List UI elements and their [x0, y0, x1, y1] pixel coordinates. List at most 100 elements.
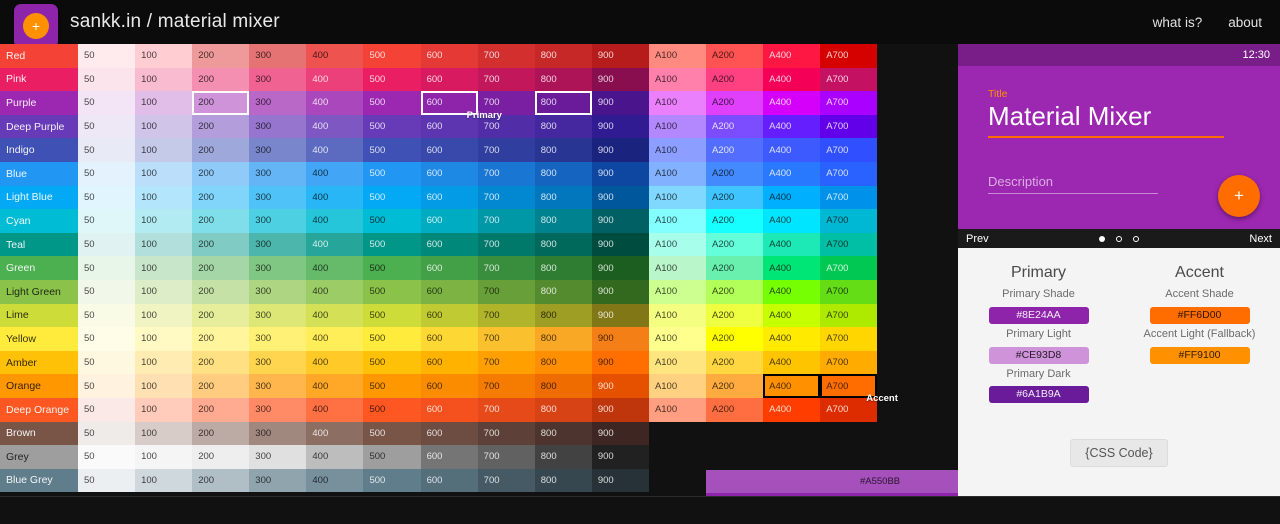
- palette-cell[interactable]: A100: [648, 91, 707, 115]
- palette-cell[interactable]: 800: [534, 44, 592, 68]
- palette-cell[interactable]: 400: [306, 374, 364, 398]
- palette-cell[interactable]: A100: [648, 327, 707, 351]
- palette-cell[interactable]: 200: [192, 114, 250, 139]
- palette-cell[interactable]: A100: [648, 232, 707, 257]
- palette-cell[interactable]: 50: [78, 421, 136, 446]
- tint-shade-value[interactable]: #A550BB: [854, 470, 958, 493]
- accent-light-chip[interactable]: #FF9100: [1149, 346, 1250, 364]
- color-palette-table[interactable]: Red 50 100 200 300 400 500 600 700 800 900 A100 A200…: [0, 44, 958, 524]
- palette-row-label[interactable]: Lime: [0, 303, 78, 328]
- palette-cell[interactable]: A700: [820, 303, 878, 328]
- palette-cell[interactable]: 700: [477, 374, 535, 398]
- palette-cell[interactable]: 900: [591, 468, 649, 493]
- palette-cell[interactable]: 700: [477, 209, 535, 233]
- palette-cell[interactable]: 100: [135, 114, 193, 139]
- palette-cell[interactable]: A100: [648, 350, 707, 375]
- palette-cell[interactable]: 600: [420, 327, 478, 351]
- palette-cell[interactable]: 400: [306, 67, 364, 92]
- palette-cell[interactable]: 50: [78, 67, 136, 92]
- palette-cell[interactable]: 700: [477, 421, 535, 446]
- palette-cell[interactable]: A700: [820, 279, 878, 304]
- palette-cell[interactable]: A400: [763, 327, 821, 351]
- palette-cell[interactable]: 200: [192, 468, 250, 493]
- palette-cell[interactable]: 200: [192, 445, 250, 469]
- palette-cell[interactable]: A200: [706, 67, 764, 92]
- nav-about[interactable]: about: [1228, 15, 1262, 30]
- palette-cell[interactable]: 300: [249, 91, 307, 115]
- palette-cell[interactable]: 500: [363, 209, 421, 233]
- palette-cell[interactable]: 500: [363, 44, 421, 68]
- palette-cell[interactable]: 50: [78, 185, 136, 210]
- palette-cell[interactable]: A700: [820, 161, 878, 186]
- palette-cell[interactable]: 500: [363, 256, 421, 280]
- palette-cell[interactable]: A400: [763, 374, 821, 398]
- palette-cell[interactable]: 700: [477, 445, 535, 469]
- palette-cell[interactable]: 900: [591, 445, 649, 469]
- palette-cell[interactable]: 50: [78, 161, 136, 186]
- palette-cell[interactable]: 200: [192, 374, 250, 398]
- palette-cell[interactable]: 600: [420, 256, 478, 280]
- palette-cell[interactable]: 500: [363, 303, 421, 328]
- palette-row-label[interactable]: Cyan: [0, 209, 78, 233]
- palette-cell[interactable]: A200: [706, 91, 764, 115]
- palette-cell[interactable]: 100: [135, 445, 193, 469]
- palette-cell[interactable]: 50: [78, 303, 136, 328]
- palette-cell[interactable]: 100: [135, 303, 193, 328]
- palette-cell[interactable]: 900: [591, 232, 649, 257]
- palette-cell[interactable]: 300: [249, 138, 307, 162]
- palette-cell[interactable]: 700: [477, 279, 535, 304]
- palette-cell[interactable]: 900: [591, 209, 649, 233]
- palette-cell[interactable]: A400: [763, 185, 821, 210]
- palette-cell[interactable]: 100: [135, 209, 193, 233]
- palette-cell[interactable]: 400: [306, 138, 364, 162]
- palette-cell[interactable]: 300: [249, 161, 307, 186]
- palette-cell[interactable]: 500: [363, 91, 421, 115]
- palette-cell[interactable]: A400: [763, 138, 821, 162]
- palette-cell[interactable]: 50: [78, 138, 136, 162]
- palette-cell[interactable]: 900: [591, 374, 649, 398]
- palette-cell[interactable]: 800: [534, 327, 592, 351]
- palette-cell[interactable]: 900: [591, 161, 649, 186]
- palette-cell[interactable]: 800: [534, 445, 592, 469]
- palette-cell[interactable]: 200: [192, 185, 250, 210]
- palette-row-label[interactable]: Indigo: [0, 138, 78, 162]
- palette-cell[interactable]: 800: [534, 232, 592, 257]
- palette-cell[interactable]: 300: [249, 445, 307, 469]
- palette-cell[interactable]: 800: [534, 91, 592, 115]
- palette-cell[interactable]: A100: [648, 138, 707, 162]
- palette-cell[interactable]: A700: [820, 67, 878, 92]
- palette-cell[interactable]: 600: [420, 185, 478, 210]
- nav-what-is[interactable]: what is?: [1153, 15, 1203, 30]
- palette-cell[interactable]: 400: [306, 303, 364, 328]
- palette-cell[interactable]: 200: [192, 350, 250, 375]
- palette-cell[interactable]: 700: [477, 138, 535, 162]
- palette-cell[interactable]: 50: [78, 91, 136, 115]
- palette-cell[interactable]: 600: [420, 397, 478, 422]
- palette-cell[interactable]: A100: [648, 303, 707, 328]
- palette-cell[interactable]: 300: [249, 114, 307, 139]
- palette-row-label[interactable]: Grey: [0, 445, 78, 469]
- palette-cell[interactable]: 800: [534, 256, 592, 280]
- palette-cell[interactable]: 50: [78, 114, 136, 139]
- palette-cell[interactable]: 700: [477, 232, 535, 257]
- palette-cell[interactable]: 50: [78, 327, 136, 351]
- palette-cell[interactable]: 200: [192, 327, 250, 351]
- palette-cell[interactable]: 800: [534, 138, 592, 162]
- palette-cell[interactable]: 900: [591, 44, 649, 68]
- palette-cell[interactable]: 500: [363, 327, 421, 351]
- palette-cell[interactable]: 300: [249, 397, 307, 422]
- palette-cell[interactable]: 400: [306, 114, 364, 139]
- palette-cell[interactable]: 600: [420, 350, 478, 375]
- palette-cell[interactable]: A100: [648, 44, 707, 68]
- palette-cell[interactable]: 100: [135, 327, 193, 351]
- palette-cell[interactable]: 800: [534, 468, 592, 493]
- palette-cell[interactable]: 50: [78, 256, 136, 280]
- palette-cell[interactable]: A200: [706, 138, 764, 162]
- palette-cell[interactable]: A200: [706, 374, 764, 398]
- palette-cell[interactable]: 900: [591, 303, 649, 328]
- palette-cell[interactable]: 400: [306, 279, 364, 304]
- palette-cell[interactable]: 700: [477, 350, 535, 375]
- title-field-value[interactable]: Material Mixer: [988, 101, 1224, 138]
- palette-cell[interactable]: 900: [591, 327, 649, 351]
- palette-cell[interactable]: 300: [249, 67, 307, 92]
